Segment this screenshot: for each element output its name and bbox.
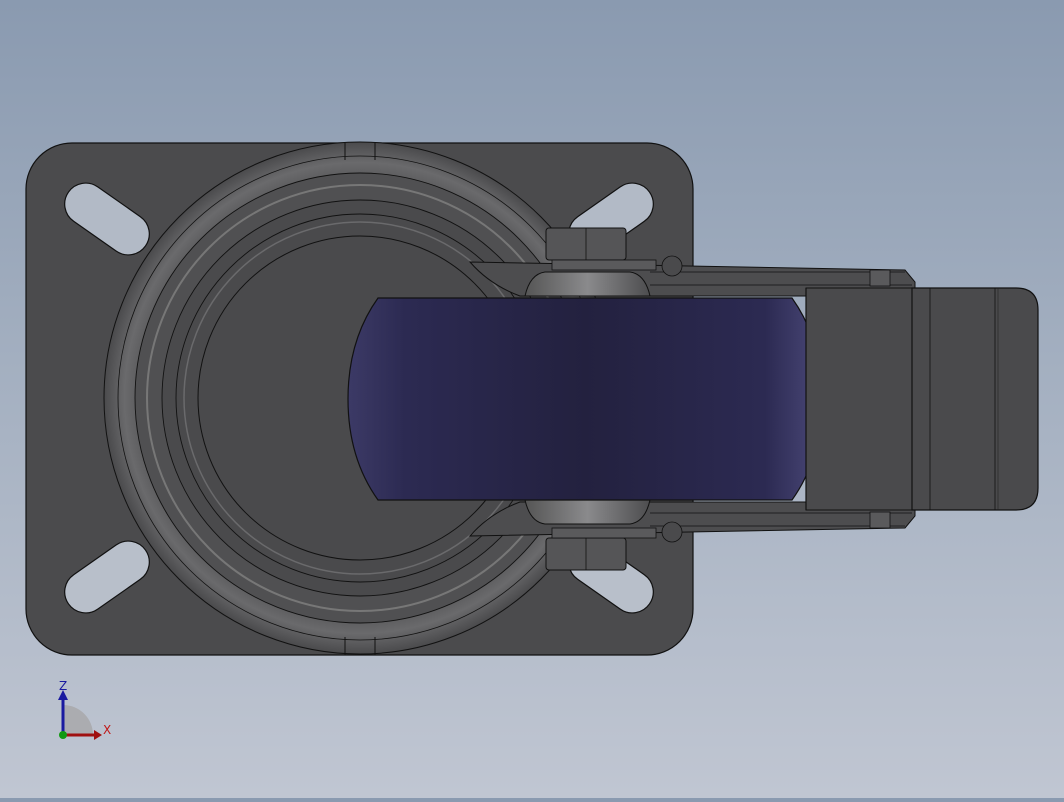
wheel-hub-bottom[interactable] <box>524 499 651 525</box>
x-axis-label: X <box>103 723 112 737</box>
x-axis-arrow <box>94 730 102 740</box>
wheel-hub-top[interactable] <box>524 271 651 297</box>
caster-model-drawing[interactable] <box>0 0 1064 798</box>
wheel-tread[interactable] <box>347 297 823 501</box>
brake-pedal[interactable] <box>911 287 1039 511</box>
z-axis-label: Z <box>59 679 68 693</box>
brake-housing[interactable] <box>805 287 915 511</box>
coordinate-triad <box>58 690 102 740</box>
cad-viewport[interactable]: Z X <box>0 0 1064 798</box>
y-axis-dot <box>59 731 67 739</box>
